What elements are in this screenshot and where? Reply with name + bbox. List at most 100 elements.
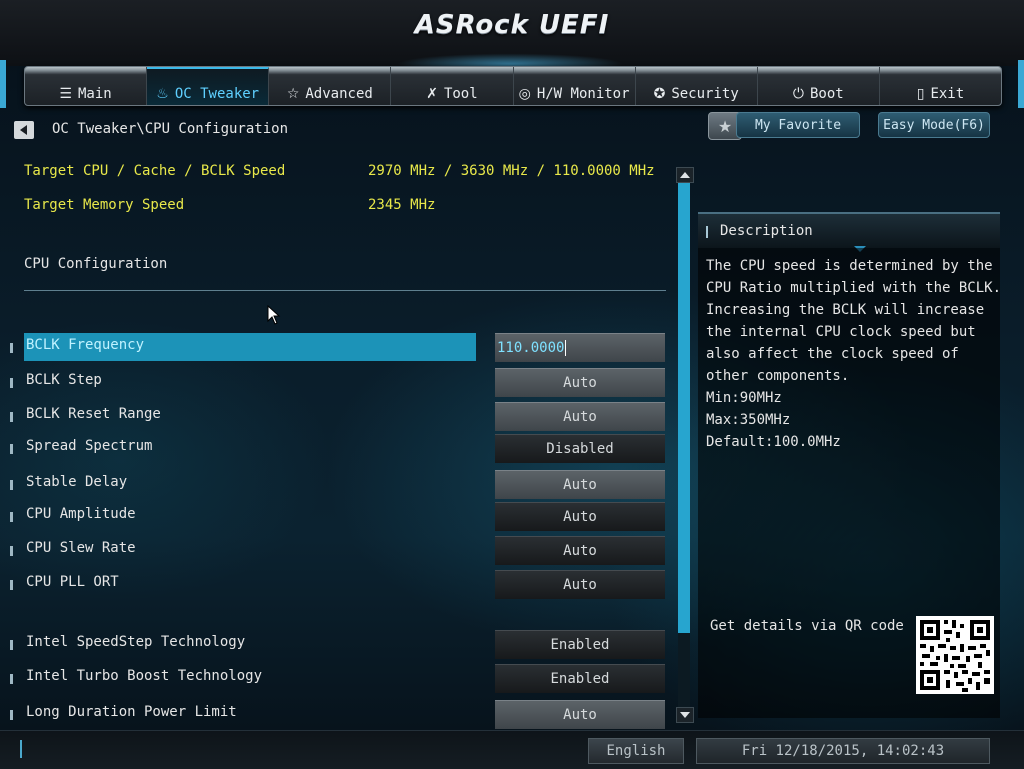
setting-cpu-pll-ort[interactable]: CPU PLL ORT Auto xyxy=(10,570,666,599)
bullet xyxy=(10,512,13,522)
bclk-reset-range-value[interactable]: Auto xyxy=(495,402,665,431)
shield-icon: ✪ xyxy=(653,86,666,102)
spread-spectrum-value[interactable]: Disabled xyxy=(495,434,665,463)
tab-advanced[interactable]: ☆ Advanced xyxy=(269,67,392,105)
star-icon: ☆ xyxy=(286,86,300,102)
setting-label: Long Duration Power Limit xyxy=(26,704,237,720)
mouse-cursor-icon xyxy=(267,305,281,325)
setting-label: CPU Slew Rate xyxy=(26,540,136,556)
stable-delay-value[interactable]: Auto xyxy=(495,470,665,499)
qr-code-graphic xyxy=(916,616,994,694)
scrollbar-thumb[interactable] xyxy=(678,183,690,633)
tab-label: H/W Monitor xyxy=(536,86,630,102)
my-favorite-button[interactable]: My Favorite xyxy=(736,112,860,138)
cpu-pll-ort-value[interactable]: Auto xyxy=(495,570,665,599)
setting-label: BCLK Step xyxy=(26,372,102,388)
bullet xyxy=(10,412,13,422)
bclk-frequency-input[interactable]: 110.0000 xyxy=(495,333,665,362)
description-line: Max:350MHz xyxy=(706,412,791,428)
tab-label: Tool xyxy=(443,86,478,102)
setting-label: Intel SpeedStep Technology xyxy=(26,634,246,650)
description-line: Min:90MHz xyxy=(706,390,782,406)
qr-label: Get details via QR code xyxy=(710,618,904,634)
bullet xyxy=(10,580,13,590)
tab-label: Main xyxy=(77,86,112,102)
cpu-slew-rate-value[interactable]: Auto xyxy=(495,536,665,565)
header-bar xyxy=(706,226,708,238)
back-button[interactable] xyxy=(14,121,34,139)
description-line: The CPU speed is determined by the xyxy=(706,258,993,274)
section-title: CPU Configuration xyxy=(24,256,168,272)
bullet xyxy=(10,378,13,388)
bclk-step-value[interactable]: Auto xyxy=(495,368,665,397)
header: ASRock UEFI xyxy=(0,0,1024,80)
setting-stable-delay[interactable]: Stable Delay Auto xyxy=(10,470,666,499)
tab-label: Exit xyxy=(930,86,965,102)
intel-speedstep-value[interactable]: Enabled xyxy=(495,630,665,659)
setting-long-duration-power-limit[interactable]: Long Duration Power Limit Auto xyxy=(10,700,666,729)
list-icon: ☰ xyxy=(59,86,72,102)
cpu-amplitude-value[interactable]: Auto xyxy=(495,502,665,531)
bullet xyxy=(10,674,13,684)
app-logo: ASRock UEFI xyxy=(414,10,610,40)
tab-hw-monitor[interactable]: ◎ H/W Monitor xyxy=(514,67,636,105)
right-accent xyxy=(1018,60,1024,108)
target-memory-value: 2345 MHz xyxy=(368,197,436,213)
setting-label: Spread Spectrum xyxy=(26,438,153,454)
tab-exit[interactable]: ▯ Exit xyxy=(880,67,1001,105)
bullet xyxy=(10,640,13,650)
divider xyxy=(24,290,666,291)
main-nav: ☰ Main ♨ OC Tweaker ☆ Advanced ✗ Tool ◎ … xyxy=(24,66,1002,106)
bullet xyxy=(10,343,13,353)
scroll-down-icon[interactable] xyxy=(676,707,694,723)
target-memory-label: Target Memory Speed xyxy=(24,197,185,213)
setting-cpu-amplitude[interactable]: CPU Amplitude Auto xyxy=(10,502,666,531)
tab-boot[interactable]: ⏻ Boot xyxy=(758,67,880,105)
easy-mode-button[interactable]: Easy Mode(F6) xyxy=(878,112,990,138)
description-line: the internal CPU clock speed but xyxy=(706,324,976,340)
tab-tool[interactable]: ✗ Tool xyxy=(391,67,514,105)
setting-intel-speedstep[interactable]: Intel SpeedStep Technology Enabled xyxy=(10,630,666,659)
setting-label: CPU PLL ORT xyxy=(26,574,119,590)
description-line: Default:100.0MHz xyxy=(706,434,841,450)
intel-turbo-boost-value[interactable]: Enabled xyxy=(495,664,665,693)
language-button[interactable]: English xyxy=(588,738,684,764)
setting-label: Intel Turbo Boost Technology xyxy=(26,668,263,684)
setting-label: CPU Amplitude xyxy=(26,506,136,522)
monitor-icon: ◎ xyxy=(518,86,531,102)
tab-security[interactable]: ✪ Security xyxy=(636,67,758,105)
target-cpu-label: Target CPU / Cache / BCLK Speed xyxy=(24,163,286,179)
description-line: also affect the clock speed of xyxy=(706,346,959,362)
exit-icon: ▯ xyxy=(916,86,925,102)
setting-bclk-reset-range[interactable]: BCLK Reset Range Auto xyxy=(10,402,666,431)
description-header: Description xyxy=(698,212,1000,252)
tab-main[interactable]: ☰ Main xyxy=(25,67,148,105)
setting-label: Stable Delay xyxy=(26,474,128,490)
setting-cpu-slew-rate[interactable]: CPU Slew Rate Auto xyxy=(10,536,666,565)
tab-label: Boot xyxy=(809,86,844,102)
target-cpu-value: 2970 MHz / 3630 MHz / 110.0000 MHz xyxy=(368,163,655,179)
description-line: CPU Ratio multiplied with the BCLK. xyxy=(706,280,1002,296)
tab-oc-tweaker[interactable]: ♨ OC Tweaker xyxy=(147,67,270,105)
tab-label: Security xyxy=(671,86,739,102)
text-caret xyxy=(565,340,567,356)
tools-icon: ✗ xyxy=(426,86,438,102)
tab-label: OC Tweaker xyxy=(174,86,260,102)
input-value: 110.0000 xyxy=(497,340,565,356)
setting-label: BCLK Reset Range xyxy=(26,406,161,422)
setting-bclk-frequency[interactable]: BCLK Frequency 110.0000 xyxy=(10,333,666,362)
bullet xyxy=(10,710,13,720)
scroll-up-icon[interactable] xyxy=(676,167,694,183)
left-accent xyxy=(0,60,6,108)
setting-label: BCLK Frequency xyxy=(26,337,145,353)
long-duration-power-limit-value[interactable]: Auto xyxy=(495,700,665,729)
qr-code-icon xyxy=(916,616,994,694)
description-line: Increasing the BCLK will increase xyxy=(706,302,985,318)
setting-spread-spectrum[interactable]: Spread Spectrum Disabled xyxy=(10,434,666,463)
tab-label: Advanced xyxy=(305,86,373,102)
flame-icon: ♨ xyxy=(156,86,169,102)
setting-bclk-step[interactable]: BCLK Step Auto xyxy=(10,368,666,397)
setting-intel-turbo-boost[interactable]: Intel Turbo Boost Technology Enabled xyxy=(10,664,666,693)
breadcrumb: OC Tweaker\CPU Configuration xyxy=(52,121,289,137)
bullet xyxy=(10,444,13,454)
